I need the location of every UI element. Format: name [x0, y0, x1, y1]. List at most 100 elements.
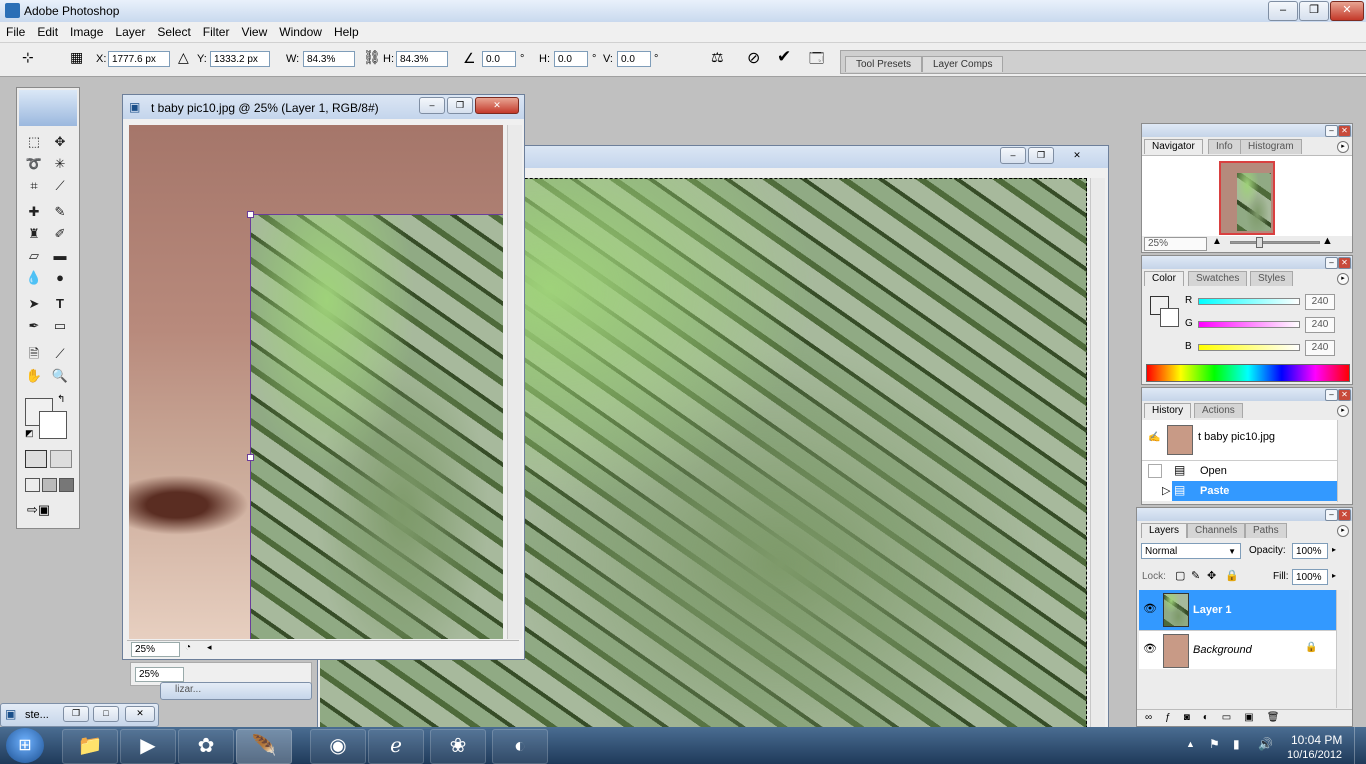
gradient-tool-icon[interactable]: ▬ [49, 246, 71, 266]
lock-image-icon[interactable]: ✎ [1191, 569, 1200, 582]
tab-tool-presets[interactable]: Tool Presets [845, 56, 923, 72]
hand-tool-icon[interactable]: ✋ [23, 366, 45, 386]
screen-mode-full-icon[interactable] [59, 478, 74, 492]
menu-view[interactable]: View [235, 22, 273, 39]
tab-layer-comps[interactable]: Layer Comps [922, 56, 1004, 72]
navigator-thumbnail[interactable] [1219, 161, 1275, 235]
brush-tool-icon[interactable]: ✎ [49, 202, 71, 222]
fill-arrow-icon[interactable]: ▸ [1332, 571, 1336, 580]
layers-minimize-button[interactable]: ‒ [1325, 509, 1338, 521]
type-tool-icon[interactable]: T [49, 294, 71, 314]
screen-mode-full-menu-icon[interactable] [42, 478, 57, 492]
pen-tool-icon[interactable]: ✒ [23, 316, 45, 336]
history-menu-icon[interactable]: ▸ [1337, 405, 1349, 417]
taskbar-circle-app-icon[interactable]: ◐ [492, 729, 548, 764]
fill-input[interactable]: 100% [1292, 569, 1328, 585]
tray-clock-time[interactable]: 10:04 PM [1291, 733, 1342, 747]
taskbar-internet-explorer-icon[interactable]: ℯ [368, 729, 424, 764]
history-item[interactable]: ▤ Open [1142, 461, 1338, 481]
hskew-input[interactable]: 0.0 [554, 51, 588, 67]
color-background-swatch[interactable] [1160, 308, 1179, 327]
navigator-zoom-field[interactable]: 25% [1144, 237, 1207, 251]
menu-layer[interactable]: Layer [109, 22, 151, 39]
shape-tool-icon[interactable]: ▭ [49, 316, 71, 336]
taskbar-flower-app-icon[interactable]: ✿ [178, 729, 234, 764]
slice-tool-icon[interactable]: ⟋ [49, 176, 71, 196]
visibility-eye-icon[interactable]: 👁 [1143, 642, 1157, 655]
back-doc-close-button[interactable]: ✕ [1056, 147, 1098, 164]
menu-window[interactable]: Window [273, 22, 328, 39]
scroll-left-icon[interactable]: ◂ [207, 642, 212, 653]
reference-point-icon[interactable]: ▦ [70, 49, 83, 66]
swap-colors-icon[interactable]: ↰ [57, 394, 65, 405]
tab-styles[interactable]: Styles [1250, 271, 1294, 286]
magic-wand-tool-icon[interactable]: ✳ [49, 154, 71, 174]
menu-select[interactable]: Select [151, 22, 196, 39]
delete-layer-icon[interactable]: 🗑 [1267, 712, 1293, 723]
layer-name[interactable]: Background [1193, 644, 1252, 656]
taskbar-media-player-icon[interactable]: ▶ [120, 729, 176, 764]
status-menu-icon[interactable]: ◔ [185, 642, 191, 653]
palette-well-icon[interactable]: 🗔 [809, 48, 824, 72]
menu-help[interactable]: Help [328, 22, 365, 39]
history-brush-source-icon[interactable]: ✍ [1148, 432, 1160, 443]
feather-logo-icon[interactable] [19, 90, 77, 126]
back-doc-zoom-field[interactable]: 25% [135, 667, 184, 682]
start-button-windows-icon[interactable]: ⊞ [6, 728, 44, 763]
lock-transparency-icon[interactable]: ▢ [1175, 569, 1185, 582]
back-doc-restore-button[interactable]: ❐ [1028, 147, 1054, 164]
tab-histogram[interactable]: Histogram [1240, 139, 1302, 154]
eraser-tool-icon[interactable]: ▱ [23, 246, 45, 266]
taskbar-photoshop-icon[interactable]: 🪶 [236, 729, 292, 764]
minimized-document-lizard[interactable]: lizar... [160, 682, 312, 700]
tab-color[interactable]: Color [1144, 271, 1184, 286]
taskbar-firefox-icon[interactable]: ◉ [310, 729, 366, 764]
background-color-swatch[interactable] [39, 411, 67, 439]
color-r-value[interactable]: 240 [1305, 294, 1335, 310]
w-input[interactable]: 84.3% [303, 51, 355, 67]
color-b-slider[interactable] [1198, 344, 1300, 351]
show-hidden-icons-icon[interactable]: ▲ [1186, 739, 1195, 749]
path-selection-tool-icon[interactable]: ➤ [23, 294, 45, 314]
front-doc-vertical-scrollbar[interactable] [507, 125, 522, 639]
history-snapshot-row[interactable]: ✍ t baby pic10.jpg [1142, 420, 1338, 461]
navigator-minimize-button[interactable]: ‒ [1325, 125, 1338, 137]
taskbar-explorer-icon[interactable]: 📁 [62, 729, 118, 764]
layers-menu-icon[interactable]: ▸ [1337, 525, 1349, 537]
menu-file[interactable]: File [0, 22, 31, 39]
cancel-transform-icon[interactable]: ⊘ [747, 48, 760, 68]
pasted-layer-1[interactable] [250, 214, 503, 639]
history-brush-tool-icon[interactable]: ✐ [49, 224, 71, 244]
minimized-maximize-button[interactable]: □ [93, 706, 119, 722]
clone-stamp-tool-icon[interactable]: ♜ [23, 224, 45, 244]
new-layer-icon[interactable]: ▣ [1244, 712, 1266, 723]
layer-name[interactable]: Layer 1 [1193, 604, 1232, 616]
menu-filter[interactable]: Filter [197, 22, 236, 39]
tab-history[interactable]: History [1144, 403, 1192, 418]
y-input[interactable]: 1333.2 px [210, 51, 270, 67]
zoom-out-icon[interactable]: ▲ [1212, 236, 1222, 247]
tray-signal-icon[interactable]: ▮ [1233, 737, 1240, 751]
default-colors-icon[interactable]: ◩ [25, 428, 34, 439]
layers-close-button[interactable]: ✕ [1338, 509, 1351, 521]
lock-position-icon[interactable]: ✥ [1207, 569, 1216, 582]
color-minimize-button[interactable]: ‒ [1325, 257, 1338, 269]
tab-info[interactable]: Info [1208, 139, 1241, 154]
opacity-arrow-icon[interactable]: ▸ [1332, 545, 1336, 554]
angle-input[interactable]: 0.0 [482, 51, 516, 67]
warp-icon[interactable]: ⚖ [711, 49, 724, 66]
transform-handle-top-left[interactable] [247, 211, 254, 218]
new-group-icon[interactable]: ▭ [1222, 712, 1244, 723]
layer-mask-icon[interactable]: ◙ [1184, 712, 1203, 723]
tray-clock-date[interactable]: 10/16/2012 [1287, 749, 1342, 761]
minimized-restore-button[interactable]: ❐ [63, 706, 89, 722]
taskbar-photo-app-icon[interactable]: ❀ [430, 729, 486, 764]
healing-brush-tool-icon[interactable]: ✚ [23, 202, 45, 222]
h-input[interactable]: 84.3% [396, 51, 448, 67]
show-desktop-button[interactable] [1354, 727, 1366, 764]
lock-all-icon[interactable]: 🔒 [1225, 569, 1239, 582]
menu-edit[interactable]: Edit [31, 22, 64, 39]
quick-mask-mode-icon[interactable] [50, 450, 72, 468]
tab-swatches[interactable]: Swatches [1188, 271, 1248, 286]
zoom-in-icon[interactable]: ▲ [1322, 235, 1333, 247]
